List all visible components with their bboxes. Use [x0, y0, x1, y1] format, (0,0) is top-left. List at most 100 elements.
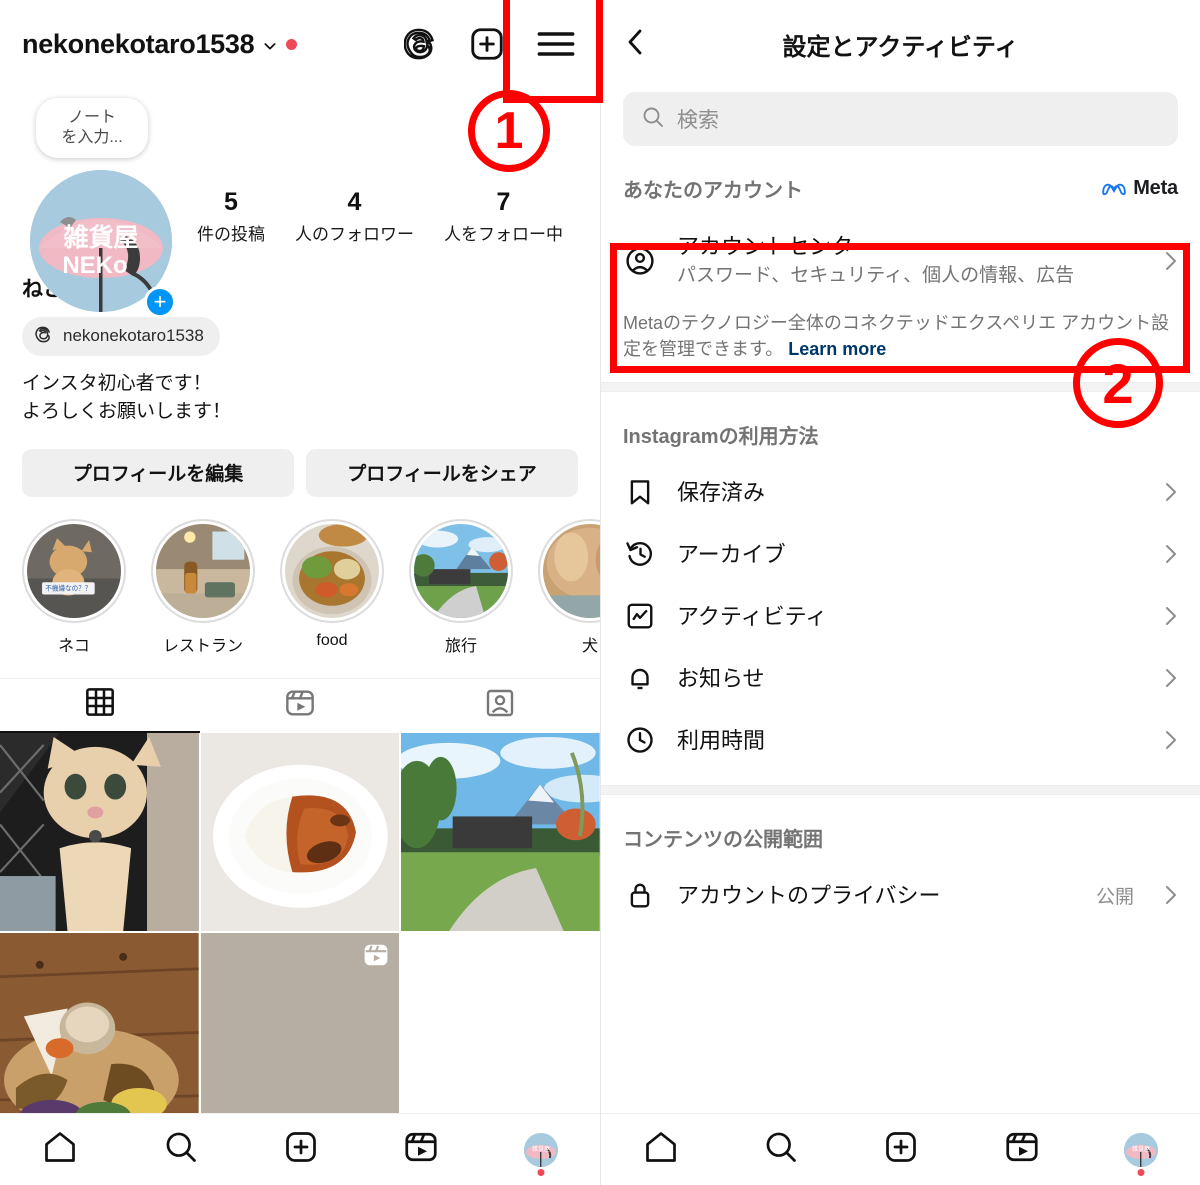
create-icon[interactable]	[468, 25, 506, 63]
search-icon	[163, 1129, 199, 1170]
chevron-right-icon	[1164, 480, 1178, 504]
stat-following-label: 人をフォロー中	[444, 224, 563, 244]
nav-profile[interactable]: 雑貨屋	[1123, 1132, 1158, 1176]
stat-posts[interactable]: 5 件の投稿	[197, 188, 265, 245]
bottom-nav-left[interactable]: 雑貨屋	[0, 1113, 600, 1185]
settings-panel: 設定とアクティビティ 検索 あなたのアカウント Meta アカウントセンター パ…	[600, 0, 1200, 1185]
nav-reels[interactable]	[403, 1129, 439, 1170]
post-cell[interactable]	[200, 732, 400, 932]
highlight-ring	[151, 518, 255, 623]
chevron-right-icon	[1164, 728, 1178, 752]
profile-header: ノート を入力... 雑貨屋 NEKo + 5 件の投稿 4 人のフォロワー 7…	[0, 88, 600, 318]
settings-row-label: お知らせ	[677, 665, 765, 691]
archive-clock-icon	[623, 539, 657, 569]
unread-dot-icon	[286, 38, 298, 50]
add-story-button[interactable]: +	[144, 286, 176, 318]
tab-grid[interactable]	[0, 679, 200, 733]
threads-icon[interactable]	[404, 27, 438, 61]
threads-icon-small	[34, 324, 54, 349]
post-cell[interactable]	[0, 933, 199, 1133]
stat-following-count: 7	[496, 188, 511, 216]
visibility-section-header: コンテンツの公開範囲	[601, 795, 1200, 864]
stat-following[interactable]: 7 人をフォロー中	[444, 188, 563, 245]
settings-row-label: 保存済み	[677, 479, 766, 505]
highlight-ring: 不機嫌なの？？	[22, 518, 126, 623]
highlight-item[interactable]: レストラン	[151, 518, 255, 656]
settings-row-time[interactable]: 利用時間	[601, 709, 1200, 771]
tab-tagged[interactable]	[400, 679, 600, 733]
back-button[interactable]	[623, 27, 659, 62]
account-center-helper: Metaのテクノロジー全体のコネクテッドエクスペリエ アカウント設定を管理できま…	[601, 306, 1200, 382]
profile-action-buttons: プロフィールを編集 プロフィールをシェア	[0, 427, 600, 497]
profile-stats: 5 件の投稿 4 人のフォロワー 7 人をフォロー中	[182, 96, 578, 245]
usage-section-title: Instagramの利用方法	[623, 426, 819, 449]
account-center-row[interactable]: アカウントセンター パスワード、セキュリティ、個人の情報、広告	[601, 215, 1200, 306]
highlight-label: ネコ	[58, 637, 90, 655]
threads-handle-text: nekonekotaro1538	[63, 326, 204, 346]
chevron-right-icon	[1164, 883, 1178, 907]
reels-icon	[1004, 1129, 1040, 1170]
settings-row-label: アクティビティ	[677, 603, 828, 629]
nav-home[interactable]	[42, 1129, 78, 1170]
bookmark-icon	[623, 477, 657, 507]
settings-topbar: 設定とアクティビティ	[601, 0, 1200, 88]
profile-avatar: 雑貨屋	[523, 1132, 558, 1167]
profile-topbar: nekonekotaro1538	[0, 0, 600, 88]
bottom-nav-right[interactable]: 雑貨屋	[601, 1113, 1200, 1185]
post-cell[interactable]	[401, 732, 600, 932]
settings-row-activity[interactable]: アクティビティ	[601, 585, 1200, 647]
nav-reels[interactable]	[1004, 1129, 1040, 1170]
nav-create[interactable]	[283, 1129, 319, 1170]
settings-row-archive[interactable]: アーカイブ	[601, 523, 1200, 585]
highlight-cover-dog	[543, 523, 600, 618]
nav-unread-dot-icon	[537, 1168, 545, 1176]
search-placeholder: 検索	[677, 109, 719, 132]
highlight-item[interactable]: 犬	[538, 518, 600, 656]
svg-text:NEKo: NEKo	[62, 252, 127, 279]
profile-username: nekonekotaro1538	[22, 28, 255, 59]
edit-profile-button[interactable]: プロフィールを編集	[22, 448, 294, 497]
stat-followers-label: 人のフォロワー	[295, 224, 414, 244]
post-cell-empty	[401, 933, 600, 1133]
username-switcher[interactable]: nekonekotaro1538	[22, 28, 298, 60]
clock-icon	[623, 725, 657, 755]
create-icon	[883, 1129, 919, 1170]
highlight-item[interactable]: food	[280, 518, 384, 656]
nav-home[interactable]	[643, 1129, 679, 1170]
stat-followers[interactable]: 4 人のフォロワー	[295, 188, 414, 245]
account-section-header: あなたのアカウント Meta	[601, 146, 1200, 215]
profile-avatar: 雑貨屋	[1123, 1132, 1158, 1167]
highlight-item[interactable]: 旅行	[409, 518, 513, 656]
nav-create[interactable]	[883, 1129, 919, 1170]
chevron-down-icon[interactable]	[262, 38, 278, 54]
account-circle-icon	[623, 245, 657, 277]
nav-unread-dot-icon	[1137, 1168, 1145, 1176]
chevron-right-icon	[1164, 666, 1178, 690]
search-input[interactable]: 検索	[623, 92, 1178, 146]
story-highlights[interactable]: 不機嫌なの？？ ネコ レストラン food 旅行 犬	[0, 497, 600, 656]
tab-reels[interactable]	[200, 679, 400, 733]
threads-handle-chip[interactable]: nekonekotaro1538	[22, 316, 220, 356]
hamburger-menu-icon[interactable]	[536, 29, 576, 59]
activity-chart-icon	[623, 601, 657, 631]
chevron-left-icon	[623, 27, 647, 62]
settings-row-saved[interactable]: 保存済み	[601, 461, 1200, 523]
meta-logo: Meta	[1101, 177, 1178, 200]
post-grid[interactable]	[0, 732, 600, 1133]
search-icon	[641, 105, 665, 134]
highlight-item[interactable]: 不機嫌なの？？ ネコ	[22, 518, 126, 656]
nav-search[interactable]	[163, 1129, 199, 1170]
nav-search[interactable]	[763, 1129, 799, 1170]
stat-posts-label: 件の投稿	[197, 224, 265, 244]
post-cell[interactable]	[0, 732, 199, 932]
note-bubble[interactable]: ノート を入力...	[36, 98, 148, 158]
profile-tabs[interactable]	[0, 677, 600, 733]
highlight-cover-restaurant	[156, 523, 250, 618]
post-cell[interactable]	[200, 933, 400, 1133]
nav-profile[interactable]: 雑貨屋	[523, 1132, 558, 1176]
account-center-subtitle: パスワード、セキュリティ、個人の情報、広告	[677, 264, 1075, 286]
share-profile-button[interactable]: プロフィールをシェア	[306, 448, 578, 497]
learn-more-link[interactable]: Learn more	[788, 339, 886, 359]
settings-row-notifications[interactable]: お知らせ	[601, 647, 1200, 709]
settings-row-privacy[interactable]: アカウントのプライバシー 公開	[601, 864, 1200, 926]
